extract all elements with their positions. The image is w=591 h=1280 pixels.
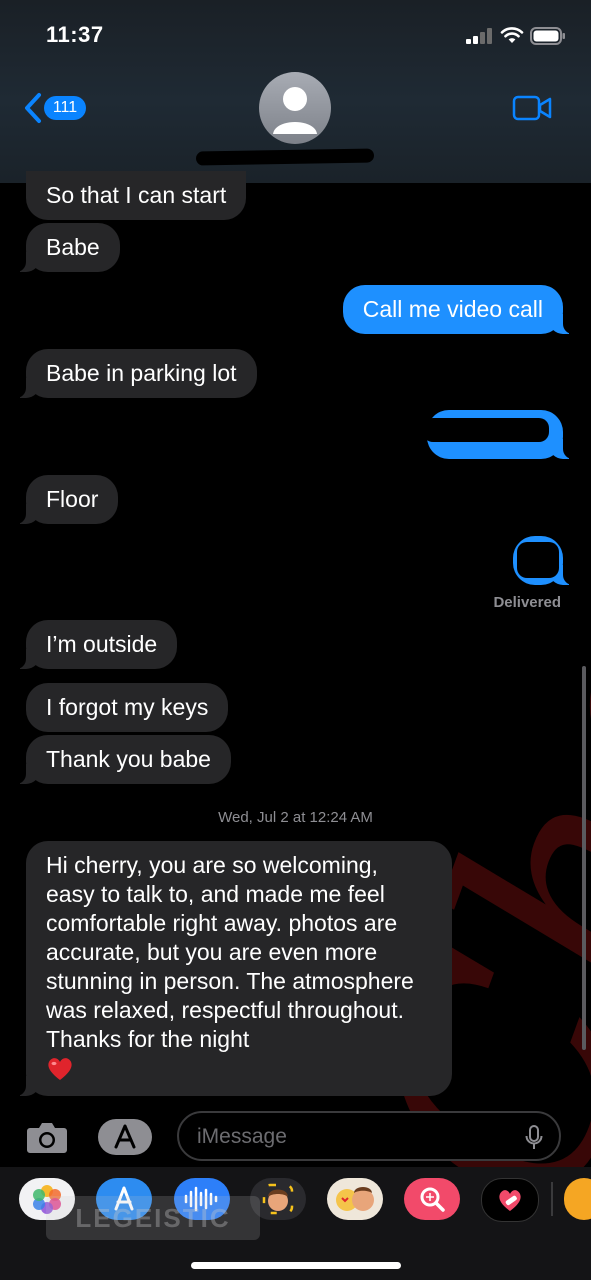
message-bubble-outgoing[interactable]: Call me video call	[342, 285, 574, 334]
message-bubble-incoming[interactable]: Babe in parking lot	[16, 349, 257, 398]
long-message-text: Hi cherry, you are so welcoming, easy to…	[46, 852, 414, 1052]
drawer-watermark: LEGEISTIC	[46, 1196, 260, 1240]
drawer-divider	[551, 1182, 553, 1216]
message-bubble-outgoing-redacted[interactable]	[513, 536, 573, 585]
person-icon	[273, 87, 317, 134]
cellular-signal-icon	[466, 28, 492, 44]
imessage-placeholder: iMessage	[197, 1125, 287, 1148]
app-store-icon	[114, 1124, 136, 1149]
message-bubble-incoming[interactable]: I forgot my keys	[26, 683, 229, 732]
battery-icon	[530, 27, 565, 45]
status-bar: 11:37	[0, 0, 591, 70]
message-bubble-incoming[interactable]: Babe	[16, 223, 120, 272]
wifi-icon	[500, 27, 524, 43]
app-store-button[interactable]	[98, 1119, 152, 1155]
message-bubble-incoming[interactable]: So that I can start	[26, 171, 247, 220]
animoji-stickers-icon[interactable]	[327, 1178, 383, 1220]
camera-icon[interactable]	[26, 1120, 68, 1154]
imessage-input[interactable]: iMessage	[177, 1111, 561, 1161]
scrollbar[interactable]	[582, 666, 586, 1050]
message-bubble-incoming[interactable]: Thank you babe	[16, 735, 231, 784]
digital-touch-icon[interactable]	[481, 1178, 539, 1222]
message-bubble-incoming-long[interactable]: Hi cherry, you are so welcoming, easy to…	[16, 841, 452, 1096]
video-call-icon[interactable]	[512, 94, 552, 122]
message-bubble-incoming[interactable]: I’m outside	[15, 620, 178, 669]
microphone-icon[interactable]	[525, 1125, 543, 1151]
unread-count-badge[interactable]: 111	[44, 96, 86, 120]
redaction-mark	[423, 418, 549, 442]
contact-avatar[interactable]	[259, 72, 331, 144]
home-indicator[interactable]	[191, 1262, 401, 1269]
message-bubble-outgoing-redacted[interactable]	[423, 410, 573, 459]
red-heart-emoji-icon	[48, 1058, 72, 1080]
image-search-icon[interactable]	[404, 1178, 460, 1220]
redaction-mark	[517, 542, 559, 578]
message-timestamp: Wed, Jul 2 at 12:24 AM	[218, 809, 373, 826]
message-bubble-incoming[interactable]: Floor	[15, 475, 119, 524]
status-time: 11:37	[46, 22, 104, 47]
back-chevron-icon[interactable]	[22, 92, 44, 124]
delivered-status: Delivered	[493, 594, 561, 611]
